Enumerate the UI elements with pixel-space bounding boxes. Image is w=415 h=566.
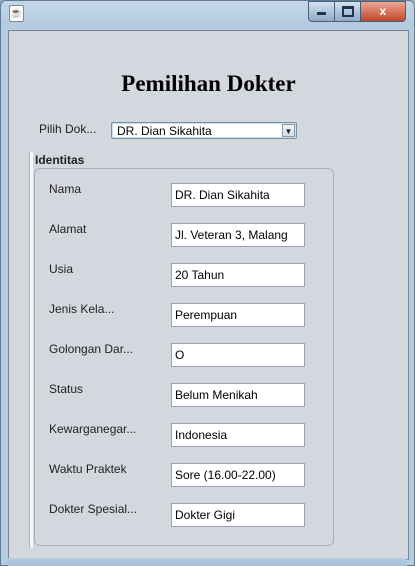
doctor-select[interactable]: DR. Dian Sikahita ▼ (111, 122, 297, 139)
field-dokter-spesialis[interactable]: Dokter Gigi (171, 503, 305, 527)
label-golongan-darah: Golongan Dar... (49, 342, 134, 356)
field-jenis-kelamin[interactable]: Perempuan (171, 303, 305, 327)
label-usia: Usia (49, 262, 74, 276)
field-alamat[interactable]: Jl. Veteran 3, Malang (171, 223, 305, 247)
field-nama[interactable]: DR. Dian Sikahita (171, 183, 305, 207)
field-kewarganegaraan[interactable]: Indonesia (171, 423, 305, 447)
maximize-icon (341, 6, 354, 17)
minimize-button[interactable] (308, 1, 335, 22)
field-waktu-praktek[interactable]: Sore (16.00-22.00) (171, 463, 305, 487)
field-status[interactable]: Belum Menikah (171, 383, 305, 407)
group-left-scrollbar (29, 152, 33, 548)
page-title: Pemilihan Dokter (121, 71, 296, 96)
label-nama: Nama (49, 182, 82, 196)
label-alamat: Alamat (49, 222, 87, 236)
label-dokter-spesialis: Dokter Spesial... (49, 502, 138, 516)
title-bar[interactable]: ☕ x (0, 0, 415, 28)
identity-group-title: Identitas (35, 153, 85, 167)
maximize-button[interactable] (334, 1, 361, 22)
app-window: ☕ x Pemilihan Dokter Pilih Dok... DR. Di… (0, 0, 415, 566)
minimize-icon (317, 12, 326, 15)
label-jenis-kelamin: Jenis Kela... (49, 302, 115, 316)
java-icon[interactable]: ☕ (9, 5, 24, 22)
doctor-select-label: Pilih Dok... (39, 122, 97, 136)
doctor-select-value: DR. Dian Sikahita (117, 124, 212, 138)
close-button[interactable]: x (360, 1, 406, 22)
label-status: Status (49, 382, 84, 396)
label-kewarganegaraan: Kewarganegar... (49, 422, 137, 436)
content-panel: Pemilihan Dokter Pilih Dok... DR. Dian S… (8, 30, 409, 560)
window-bottom-border (8, 558, 407, 566)
field-golongan-darah[interactable]: O (171, 343, 305, 367)
close-icon: x (379, 4, 387, 18)
chevron-down-icon[interactable]: ▼ (282, 124, 295, 137)
label-waktu-praktek: Waktu Praktek (49, 462, 127, 476)
field-usia[interactable]: 20 Tahun (171, 263, 305, 287)
